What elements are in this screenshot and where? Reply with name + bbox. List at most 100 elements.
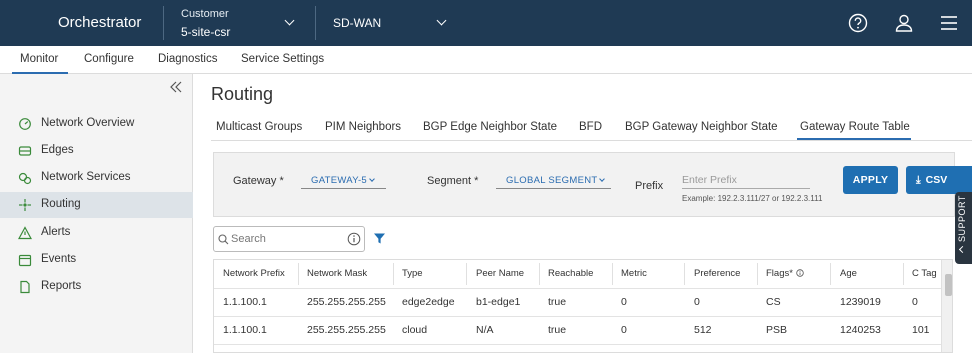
chevron-down-icon: [436, 15, 447, 26]
sidebar-item-network-services[interactable]: Network Services: [0, 165, 193, 191]
column-header[interactable]: Peer Name: [476, 268, 524, 279]
column-divider[interactable]: [612, 263, 613, 285]
tab-bgp-gateway-neighbor-state[interactable]: BGP Gateway Neighbor State: [625, 121, 778, 133]
column-header[interactable]: Age: [840, 268, 857, 279]
row-divider: [214, 316, 941, 317]
sidebar-item-edges[interactable]: Edges: [0, 138, 193, 164]
prefix-example: Example: 192.2.3.111/27 or 192.2.3.111: [682, 194, 823, 203]
network-overview-icon: [19, 118, 31, 130]
search-input[interactable]: [231, 230, 341, 248]
sidebar-item-events[interactable]: Events: [0, 247, 193, 273]
routing-icon: [19, 199, 31, 211]
help-icon[interactable]: [847, 12, 869, 34]
cell-age: 1240253: [840, 324, 881, 336]
cell-c-tag: 101: [912, 324, 930, 336]
subnav-monitor[interactable]: Monitor: [20, 53, 58, 65]
cell-c-tag: 0: [912, 296, 918, 308]
subnav-diagnostics[interactable]: Diagnostics: [158, 53, 217, 65]
column-header[interactable]: Preference: [694, 268, 740, 279]
network-services-icon: [18, 172, 32, 185]
column-divider[interactable]: [684, 263, 685, 285]
subnav-service-settings[interactable]: Service Settings: [241, 53, 324, 65]
tabs-divider: [211, 140, 972, 141]
cell-metric: 0: [621, 324, 627, 336]
prefix-input[interactable]: [682, 171, 810, 189]
sidebar-item-label: Edges: [41, 144, 74, 156]
info-icon[interactable]: [795, 269, 804, 277]
tab-gateway-route-table[interactable]: Gateway Route Table: [800, 121, 910, 133]
cell-network-mask: 255.255.255.255: [307, 296, 386, 308]
sidebar-item-alerts[interactable]: Alerts: [0, 220, 193, 246]
segment-label: Segment *: [427, 175, 479, 187]
column-header[interactable]: Flags*: [766, 268, 804, 279]
info-icon[interactable]: [347, 232, 361, 246]
segment-dropdown[interactable]: GLOBAL SEGMENT: [496, 171, 611, 189]
product-value: SD-WAN: [333, 16, 382, 30]
sidebar-item-label: Reports: [41, 280, 82, 292]
column-header[interactable]: Metric: [621, 268, 647, 279]
search-box[interactable]: [213, 226, 365, 252]
support-label: SUPPORT: [957, 195, 967, 242]
gateway-dropdown[interactable]: GATEWAY-5: [301, 171, 386, 189]
filter-icon[interactable]: [373, 232, 386, 245]
sidebar-item-routing[interactable]: Routing: [0, 192, 193, 218]
cell-network-prefix: 1.1.100.1: [223, 296, 267, 308]
gateway-label: Gateway *: [233, 175, 284, 187]
cell-type: edge2edge: [402, 296, 455, 308]
gateway-value: GATEWAY-5: [311, 175, 368, 186]
sidebar-item-network-overview[interactable]: Network Overview: [0, 111, 193, 137]
column-header[interactable]: C Tag: [912, 268, 937, 279]
prefix-label: Prefix: [635, 180, 664, 192]
cell-reachable: true: [548, 324, 567, 336]
column-divider[interactable]: [466, 263, 467, 285]
cell-type: cloud: [402, 324, 428, 336]
column-header[interactable]: Network Prefix: [223, 268, 285, 279]
apply-button[interactable]: APPLY: [843, 166, 898, 194]
tab-multicast-groups[interactable]: Multicast Groups: [216, 121, 302, 133]
edges-icon: [18, 146, 32, 156]
user-icon[interactable]: [893, 12, 915, 34]
column-divider[interactable]: [830, 263, 831, 285]
alert-icon: [18, 226, 32, 240]
column-header[interactable]: Type: [402, 268, 423, 279]
tab-pim-neighbors[interactable]: PIM Neighbors: [325, 121, 401, 133]
header-divider: [214, 288, 941, 289]
search-icon: [218, 234, 229, 245]
column-header[interactable]: Network Mask: [307, 268, 367, 279]
sidebar-item-label: Routing: [41, 198, 81, 210]
sidebar: Network Overview Edges Network Services …: [0, 74, 193, 353]
reports-icon: [20, 280, 30, 294]
column-divider[interactable]: [757, 263, 758, 285]
sub-navigation: Monitor Configure Diagnostics Service Se…: [0, 46, 972, 74]
sidebar-item-reports[interactable]: Reports: [0, 274, 193, 300]
csv-button[interactable]: ⤓ CSV: [906, 166, 972, 194]
column-header[interactable]: Reachable: [548, 268, 593, 279]
tab-bgp-edge-neighbor-state[interactable]: BGP Edge Neighbor State: [423, 121, 557, 133]
cell-network-mask: 255.255.255.255: [307, 324, 386, 336]
table-scrollbar[interactable]: [941, 260, 952, 352]
cell-flags: PSB: [766, 324, 788, 336]
column-divider[interactable]: [393, 263, 394, 285]
chevron-down-icon: [369, 176, 375, 182]
route-table: Network Prefix Network Mask Type Peer Na…: [213, 259, 953, 353]
scrollbar-thumb[interactable]: [945, 274, 952, 296]
support-tab[interactable]: SUPPORT: [955, 192, 972, 264]
row-divider: [214, 344, 941, 345]
cell-metric: 0: [621, 296, 627, 308]
cell-peer-name: N/A: [476, 324, 494, 336]
active-tab-indicator: [797, 138, 911, 140]
customer-value: 5-site-csr: [181, 25, 231, 39]
sidebar-item-label: Network Services: [41, 171, 131, 183]
events-icon: [18, 254, 32, 267]
menu-icon[interactable]: [938, 12, 960, 34]
collapse-sidebar-icon[interactable]: [169, 80, 183, 94]
subnav-configure[interactable]: Configure: [84, 53, 134, 65]
sidebar-item-label: Network Overview: [41, 117, 135, 129]
cell-preference: 0: [694, 296, 700, 308]
column-divider[interactable]: [539, 263, 540, 285]
cell-flags: CS: [766, 296, 781, 308]
column-divider[interactable]: [298, 263, 299, 285]
tab-bfd[interactable]: BFD: [579, 121, 602, 133]
download-icon: ⤓: [916, 173, 921, 186]
column-divider[interactable]: [903, 263, 904, 285]
